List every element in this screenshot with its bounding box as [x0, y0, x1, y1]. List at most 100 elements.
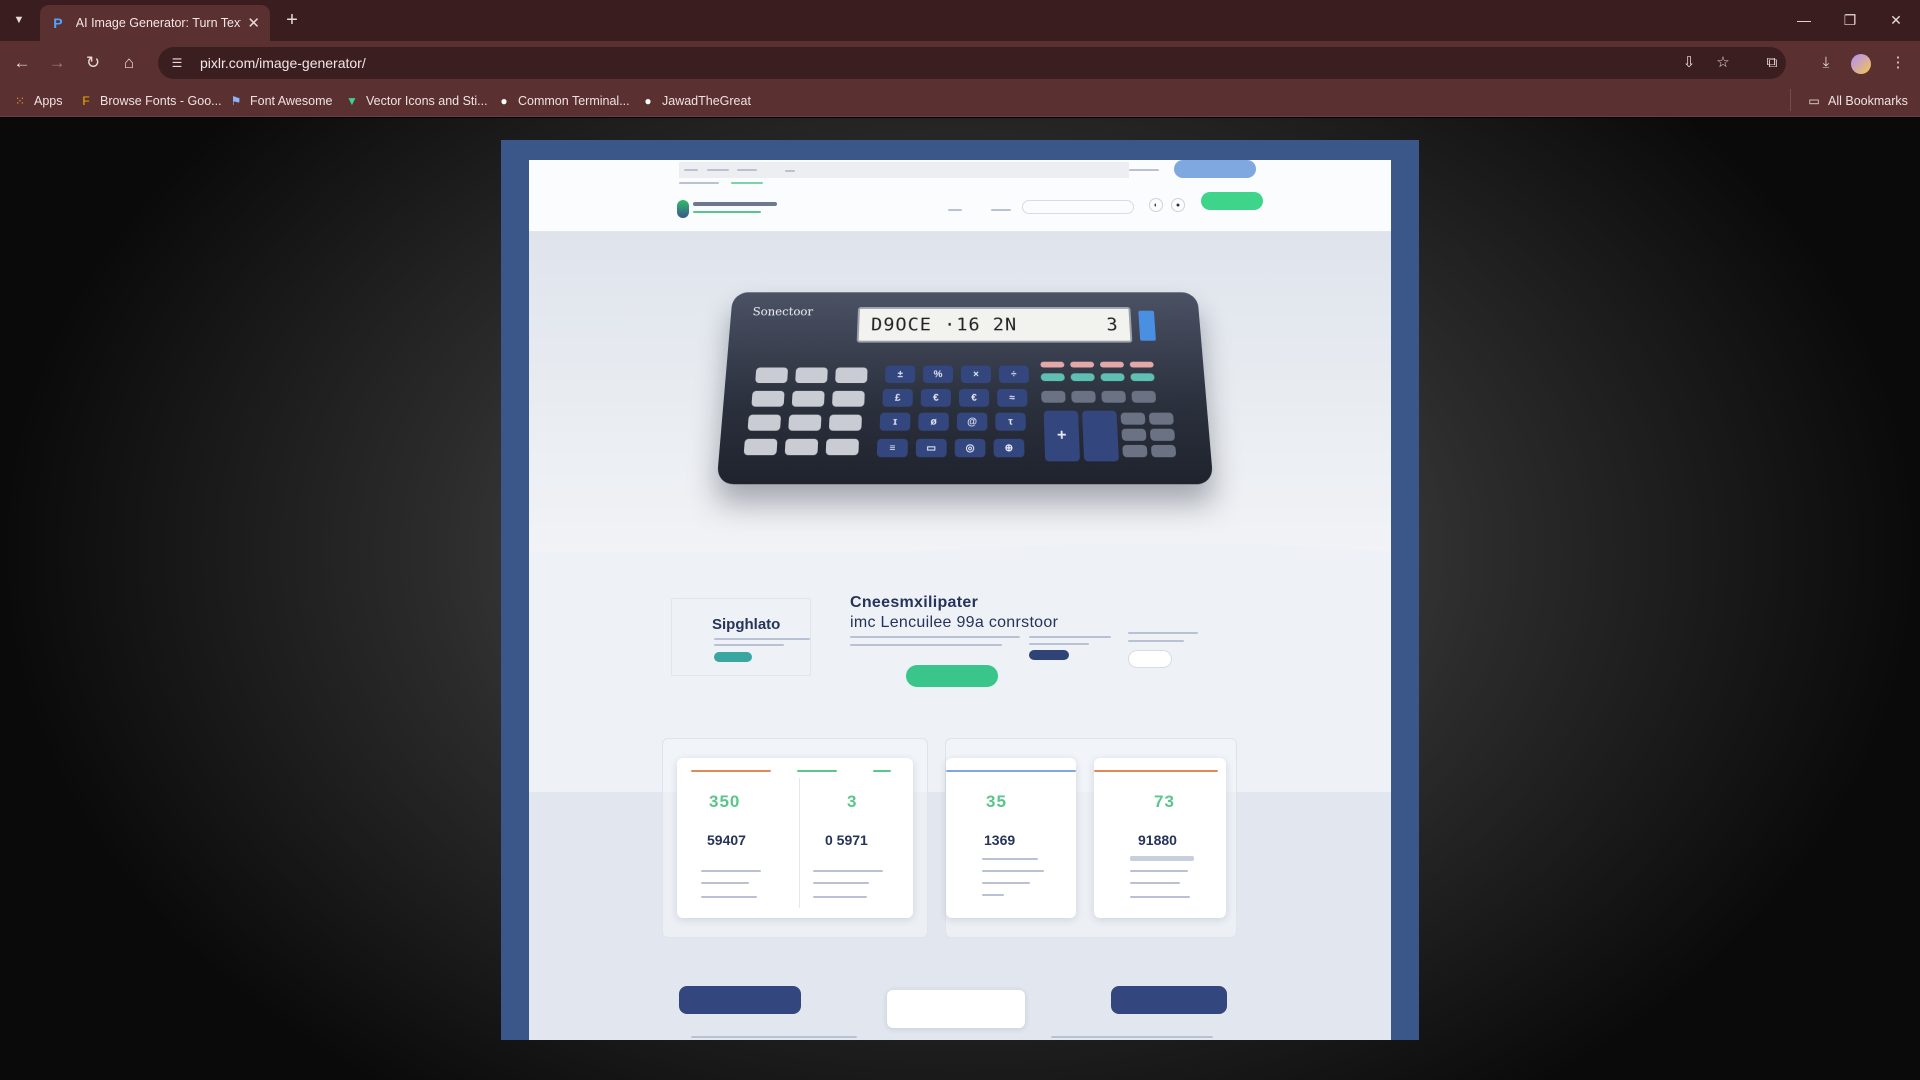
downloads-icon[interactable]: ⤓ — [1814, 50, 1838, 74]
bookmark-star-icon[interactable]: ☆ — [1711, 50, 1735, 74]
mock-footer-line — [691, 1036, 857, 1038]
google-fonts-icon: F — [82, 94, 90, 108]
calculator-key — [828, 414, 862, 431]
mock-header-icon: ◐ — [1149, 198, 1163, 212]
calculator-key: ◎ — [954, 438, 986, 458]
mock-brand-sub — [693, 211, 761, 213]
bookmark-google-fonts[interactable]: F Browse Fonts - Goo... — [78, 91, 222, 111]
mock-text-line — [1128, 632, 1198, 634]
mock-navy-button — [679, 986, 801, 1014]
mock-text-line — [701, 870, 761, 872]
mock-white-pill — [1128, 650, 1172, 668]
calculator-key — [747, 414, 782, 431]
mock-decor-box — [671, 598, 811, 676]
mock-text-line — [813, 896, 867, 898]
calculator-key: ⊕ — [993, 438, 1025, 458]
profile-avatar[interactable] — [1851, 54, 1871, 74]
generated-image: ◐ ● Sonectoor D9OCE ·16 2N 3 ± % × ÷ £ €… — [529, 160, 1391, 1040]
site-info-icon[interactable]: ☰ — [166, 52, 188, 74]
calculator-key: ≈ — [997, 388, 1028, 407]
pixlr-favicon-icon: P — [53, 15, 63, 31]
mock-stat-value: 59407 — [707, 832, 746, 848]
folder-icon: ▭ — [1808, 94, 1820, 108]
mock-stat-top: 73 — [1154, 792, 1175, 811]
mock-stat-card: 350 59407 3 0 5971 — [677, 758, 913, 918]
calculator-key — [1130, 373, 1155, 382]
calculator-key — [1071, 390, 1096, 403]
bookmark-common-terminal[interactable]: ● Common Terminal... — [496, 91, 629, 111]
mock-text-line — [850, 636, 1020, 638]
mock-text-line — [982, 870, 1044, 872]
mock-teal-pill — [714, 652, 752, 662]
mock-text-line — [1130, 882, 1180, 884]
back-button[interactable]: ← — [9, 50, 35, 76]
home-button[interactable]: ⌂ — [116, 50, 142, 76]
calculator-key — [1082, 410, 1120, 462]
close-tab-icon[interactable]: ✕ — [247, 14, 260, 32]
address-bar[interactable]: ☰ pixlr.com/image-generator/ — [158, 47, 1786, 79]
generated-image-frame: ◐ ● Sonectoor D9OCE ·16 2N 3 ± % × ÷ £ €… — [501, 140, 1419, 1040]
mock-stat-bar — [946, 770, 1076, 772]
mock-card-divider — [799, 778, 800, 908]
mock-text-line — [714, 644, 784, 646]
active-tab[interactable]: P AI Image Generator: Turn Text t ✕ — [40, 5, 270, 41]
bookmark-apps[interactable]: ⁙ Apps — [12, 91, 63, 111]
bookmark-label: Browse Fonts - Goo... — [100, 94, 222, 108]
url-text[interactable]: pixlr.com/image-generator/ — [200, 55, 366, 71]
bookmark-jawadthegreat[interactable]: ● JawadTheGreat — [640, 91, 751, 111]
calculator-key: τ — [995, 412, 1026, 431]
mock-text-line — [1029, 643, 1089, 645]
extensions-icon[interactable]: ⧉ — [1760, 50, 1784, 74]
calculator-key — [1041, 390, 1066, 403]
bookmark-vector-icons[interactable]: ▼ Vector Icons and Sti... — [344, 91, 488, 111]
mock-footer-line — [1051, 1036, 1213, 1038]
calculator-display: D9OCE ·16 2N 3 — [856, 307, 1133, 343]
mock-text-line — [1029, 636, 1111, 638]
calculator-key — [1070, 373, 1095, 382]
mock-stat-top: 35 — [986, 792, 1007, 811]
mock-nav-line — [737, 169, 757, 171]
calculator-key — [1101, 390, 1127, 403]
all-bookmarks-button[interactable]: ▭ All Bookmarks — [1806, 91, 1908, 111]
page-viewport: ◐ ● Sonectoor D9OCE ·16 2N 3 ± % × ÷ £ €… — [0, 118, 1920, 1080]
mock-search-field — [1022, 200, 1134, 214]
bookmark-label: Font Awesome — [250, 94, 333, 108]
bookmark-label: Apps — [34, 94, 63, 108]
mock-text-line — [1130, 870, 1188, 872]
bookmarks-bar: ⁙ Apps F Browse Fonts - Goo... ⚑ Font Aw… — [0, 85, 1920, 117]
mock-stat-card: 73 91880 — [1094, 758, 1226, 918]
menu-dots-icon[interactable]: ⋮ — [1886, 50, 1910, 74]
calculator-key — [788, 414, 822, 431]
mock-green-cta — [906, 665, 998, 687]
minimize-window-button[interactable]: — — [1789, 8, 1819, 32]
calculator-key — [1131, 390, 1157, 403]
bookmark-font-awesome[interactable]: ⚑ Font Awesome — [228, 91, 333, 111]
calculator-key — [751, 390, 785, 407]
vector-icon: ▼ — [346, 94, 358, 108]
tab-search-button[interactable]: ▼ — [8, 9, 30, 31]
reload-button[interactable]: ↻ — [80, 50, 106, 76]
mock-text-line — [813, 882, 869, 884]
new-tab-button[interactable]: + — [280, 8, 304, 32]
mock-promo-title-line2: imc Lencuilee 99a conrstoor — [850, 614, 1059, 631]
mock-stat-value: 1369 — [984, 832, 1016, 848]
calculator-solar-panel — [1138, 310, 1156, 341]
forward-button[interactable]: → — [44, 50, 70, 76]
restore-window-button[interactable]: ❐ — [1835, 8, 1865, 32]
close-window-button[interactable]: ✕ — [1881, 8, 1911, 32]
calculator-key — [795, 367, 828, 384]
github-icon: ● — [644, 94, 652, 108]
calculator-key: € — [920, 388, 951, 407]
install-app-icon[interactable]: ⇩ — [1677, 50, 1701, 74]
mock-stat-value: 0 5971 — [825, 832, 868, 848]
calculator-illustration: Sonectoor D9OCE ·16 2N 3 ± % × ÷ £ € € ≈… — [716, 292, 1214, 485]
calculator-key — [1040, 373, 1065, 382]
calculator-key — [755, 367, 789, 384]
calculator-display-digit: 3 — [1105, 314, 1119, 336]
calculator-key — [1120, 412, 1146, 425]
calculator-key — [1129, 361, 1154, 368]
mock-text-line — [714, 638, 810, 640]
mock-text-line — [1128, 640, 1184, 642]
mock-brand-logo — [677, 200, 689, 218]
calculator-key: £ — [882, 388, 913, 407]
